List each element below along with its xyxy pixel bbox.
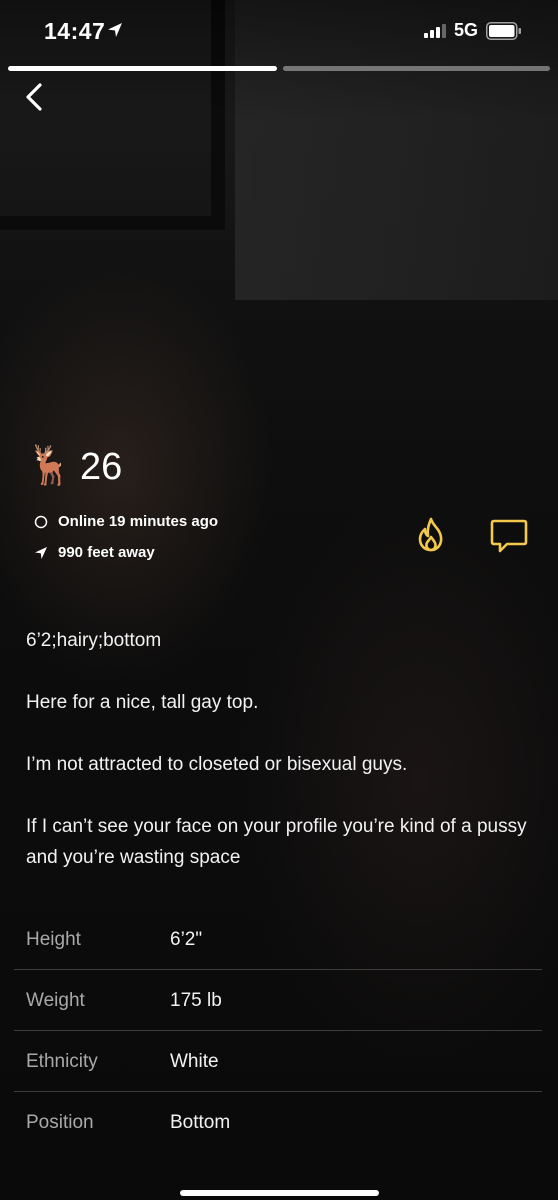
stat-row-height: Height 6’2"	[14, 909, 542, 970]
location-arrow-icon	[108, 23, 122, 37]
bio-paragraph: I’m not attracted to closeted or bisexua…	[26, 754, 408, 775]
profile-bio: 6’2;hairy;bottom Here for a nice, tall g…	[26, 625, 531, 904]
network-type: 5G	[454, 20, 479, 40]
bio-tagline: 6’2;hairy;bottom	[26, 630, 162, 651]
distance-line: 990 feet away	[34, 544, 155, 561]
battery-icon	[486, 22, 521, 40]
distance-text: 990 feet away	[58, 544, 155, 561]
status-time: 14:47	[44, 18, 106, 44]
online-status-text: Online 19 minutes ago	[58, 513, 219, 530]
home-indicator[interactable]	[180, 1190, 379, 1196]
profile-stats-table: Height 6’2" Weight 175 lb Ethnicity Whit…	[14, 909, 542, 1152]
bio-paragraph: Here for a nice, tall gay top.	[26, 692, 259, 713]
stat-value: 175 lb	[170, 990, 222, 1011]
stat-value: White	[170, 1051, 219, 1072]
stat-label: Height	[26, 929, 81, 950]
status-bar: 14:47 5G	[0, 0, 558, 64]
stat-value: Bottom	[170, 1112, 231, 1133]
chevron-left-icon[interactable]	[18, 80, 52, 114]
stat-label: Weight	[26, 990, 85, 1011]
flame-icon[interactable]	[411, 515, 451, 555]
profile-emoji: 🦌	[26, 445, 74, 487]
stat-value: 6’2"	[170, 929, 203, 950]
stat-label: Ethnicity	[26, 1051, 98, 1072]
progress-segment-active	[8, 66, 277, 71]
stat-label: Position	[26, 1112, 94, 1133]
stat-row-weight: Weight 175 lb	[14, 970, 542, 1031]
profile-age: 26	[80, 446, 123, 488]
photo-progress-bar	[8, 66, 550, 71]
online-status-line: Online 19 minutes ago	[34, 513, 218, 530]
stat-row-position: Position Bottom	[14, 1092, 542, 1152]
circle-outline-icon	[34, 515, 48, 528]
location-arrow-icon	[35, 546, 47, 559]
chat-bubble-icon[interactable]	[489, 515, 529, 555]
stat-row-ethnicity: Ethnicity White	[14, 1031, 542, 1092]
cellular-signal-icon	[424, 24, 446, 38]
progress-segment-inactive	[283, 66, 550, 71]
bio-paragraph: If I can’t see your face on your profile…	[26, 816, 527, 868]
